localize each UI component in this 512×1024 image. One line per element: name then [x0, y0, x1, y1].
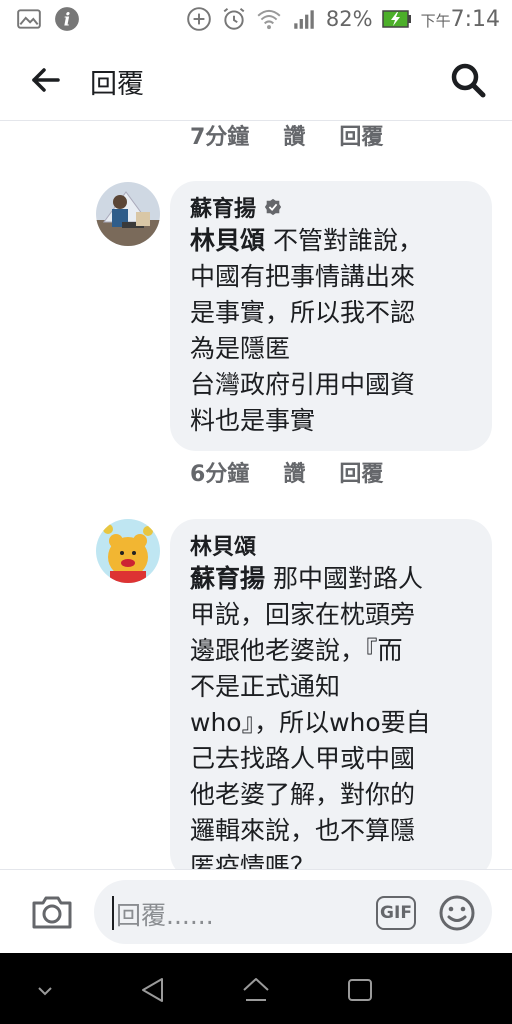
recents-nav-icon[interactable] [345, 975, 375, 1005]
like-button[interactable]: 讚 [283, 456, 305, 488]
page-title: 回覆 [90, 69, 144, 100]
reply-input[interactable]: 回覆...... GIF [94, 880, 492, 944]
comment-bubble[interactable]: 蘇育揚 林貝頌 不管對誰說， 中國有把事情講出來 是事實，所以我不認 為是隱匿 … [170, 181, 492, 451]
prev-comment-meta: 7分鐘 讚 回覆 [190, 121, 417, 151]
battery-percent: 82% [325, 7, 373, 31]
reply-button[interactable]: 回覆 [339, 456, 383, 488]
avatar[interactable] [96, 519, 160, 583]
comment-time: 7分鐘 [190, 125, 250, 150]
wifi-icon [257, 9, 281, 30]
author-name[interactable]: 林貝頌 [190, 529, 256, 561]
system-nav-bar [0, 953, 512, 1024]
clock: 下午7:14 [420, 6, 500, 32]
comment-meta: 6分鐘 讚 回覆 [190, 456, 417, 488]
comment-bubble[interactable]: 林貝頌 蘇育揚 那中國對路人 甲說，回家在枕頭旁 邊跟他老婆說，『而 不是正式通… [170, 519, 492, 869]
back-arrow-icon[interactable] [26, 60, 66, 100]
gallery-icon [17, 9, 41, 29]
data-saver-icon [187, 7, 211, 31]
signal-icon [294, 10, 314, 29]
emoji-icon[interactable] [438, 894, 476, 932]
gif-button[interactable]: GIF [376, 896, 416, 930]
info-icon: i [55, 7, 79, 31]
alarm-icon [223, 7, 245, 30]
comment-text: 林貝頌 不管對誰說， 中國有把事情講出來 是事實，所以我不認 為是隱匿 台灣政府… [190, 226, 423, 435]
hide-nav-icon[interactable] [30, 975, 60, 1005]
svg-text:i: i [64, 11, 71, 31]
reply-button[interactable]: 回覆 [339, 121, 383, 151]
comments-list: 7分鐘 讚 回覆 蘇育揚 林貝頌 不管對誰說， 中國有把事情講出來 是事實，所以… [0, 121, 512, 869]
search-icon[interactable] [448, 60, 488, 100]
author-name[interactable]: 蘇育揚 [190, 191, 256, 223]
comment-author[interactable]: 林貝頌 [190, 529, 474, 561]
home-nav-icon[interactable] [241, 975, 271, 1005]
mention-link[interactable]: 林貝頌 [190, 226, 265, 255]
battery-icon [381, 10, 411, 28]
back-nav-icon[interactable] [138, 975, 168, 1005]
app-header: 回覆 [0, 40, 512, 121]
comment-text: 蘇育揚 那中國對路人 甲說，回家在枕頭旁 邊跟他老婆說，『而 不是正式通知 wh… [190, 564, 431, 869]
avatar-photo [96, 182, 160, 246]
reply-composer: 回覆...... GIF [0, 869, 512, 954]
like-button[interactable]: 讚 [283, 121, 305, 151]
avatar[interactable] [96, 182, 160, 246]
mention-link[interactable]: 蘇育揚 [190, 564, 265, 593]
camera-icon[interactable] [30, 892, 74, 932]
verified-badge-icon [264, 198, 282, 216]
text-cursor [112, 896, 114, 930]
comment-author[interactable]: 蘇育揚 [190, 191, 474, 223]
comment-time: 6分鐘 [190, 462, 250, 487]
reply-placeholder: 回覆...... [116, 901, 214, 930]
avatar-photo [96, 519, 160, 583]
status-bar: i 82% 下午7:14 [0, 0, 512, 40]
